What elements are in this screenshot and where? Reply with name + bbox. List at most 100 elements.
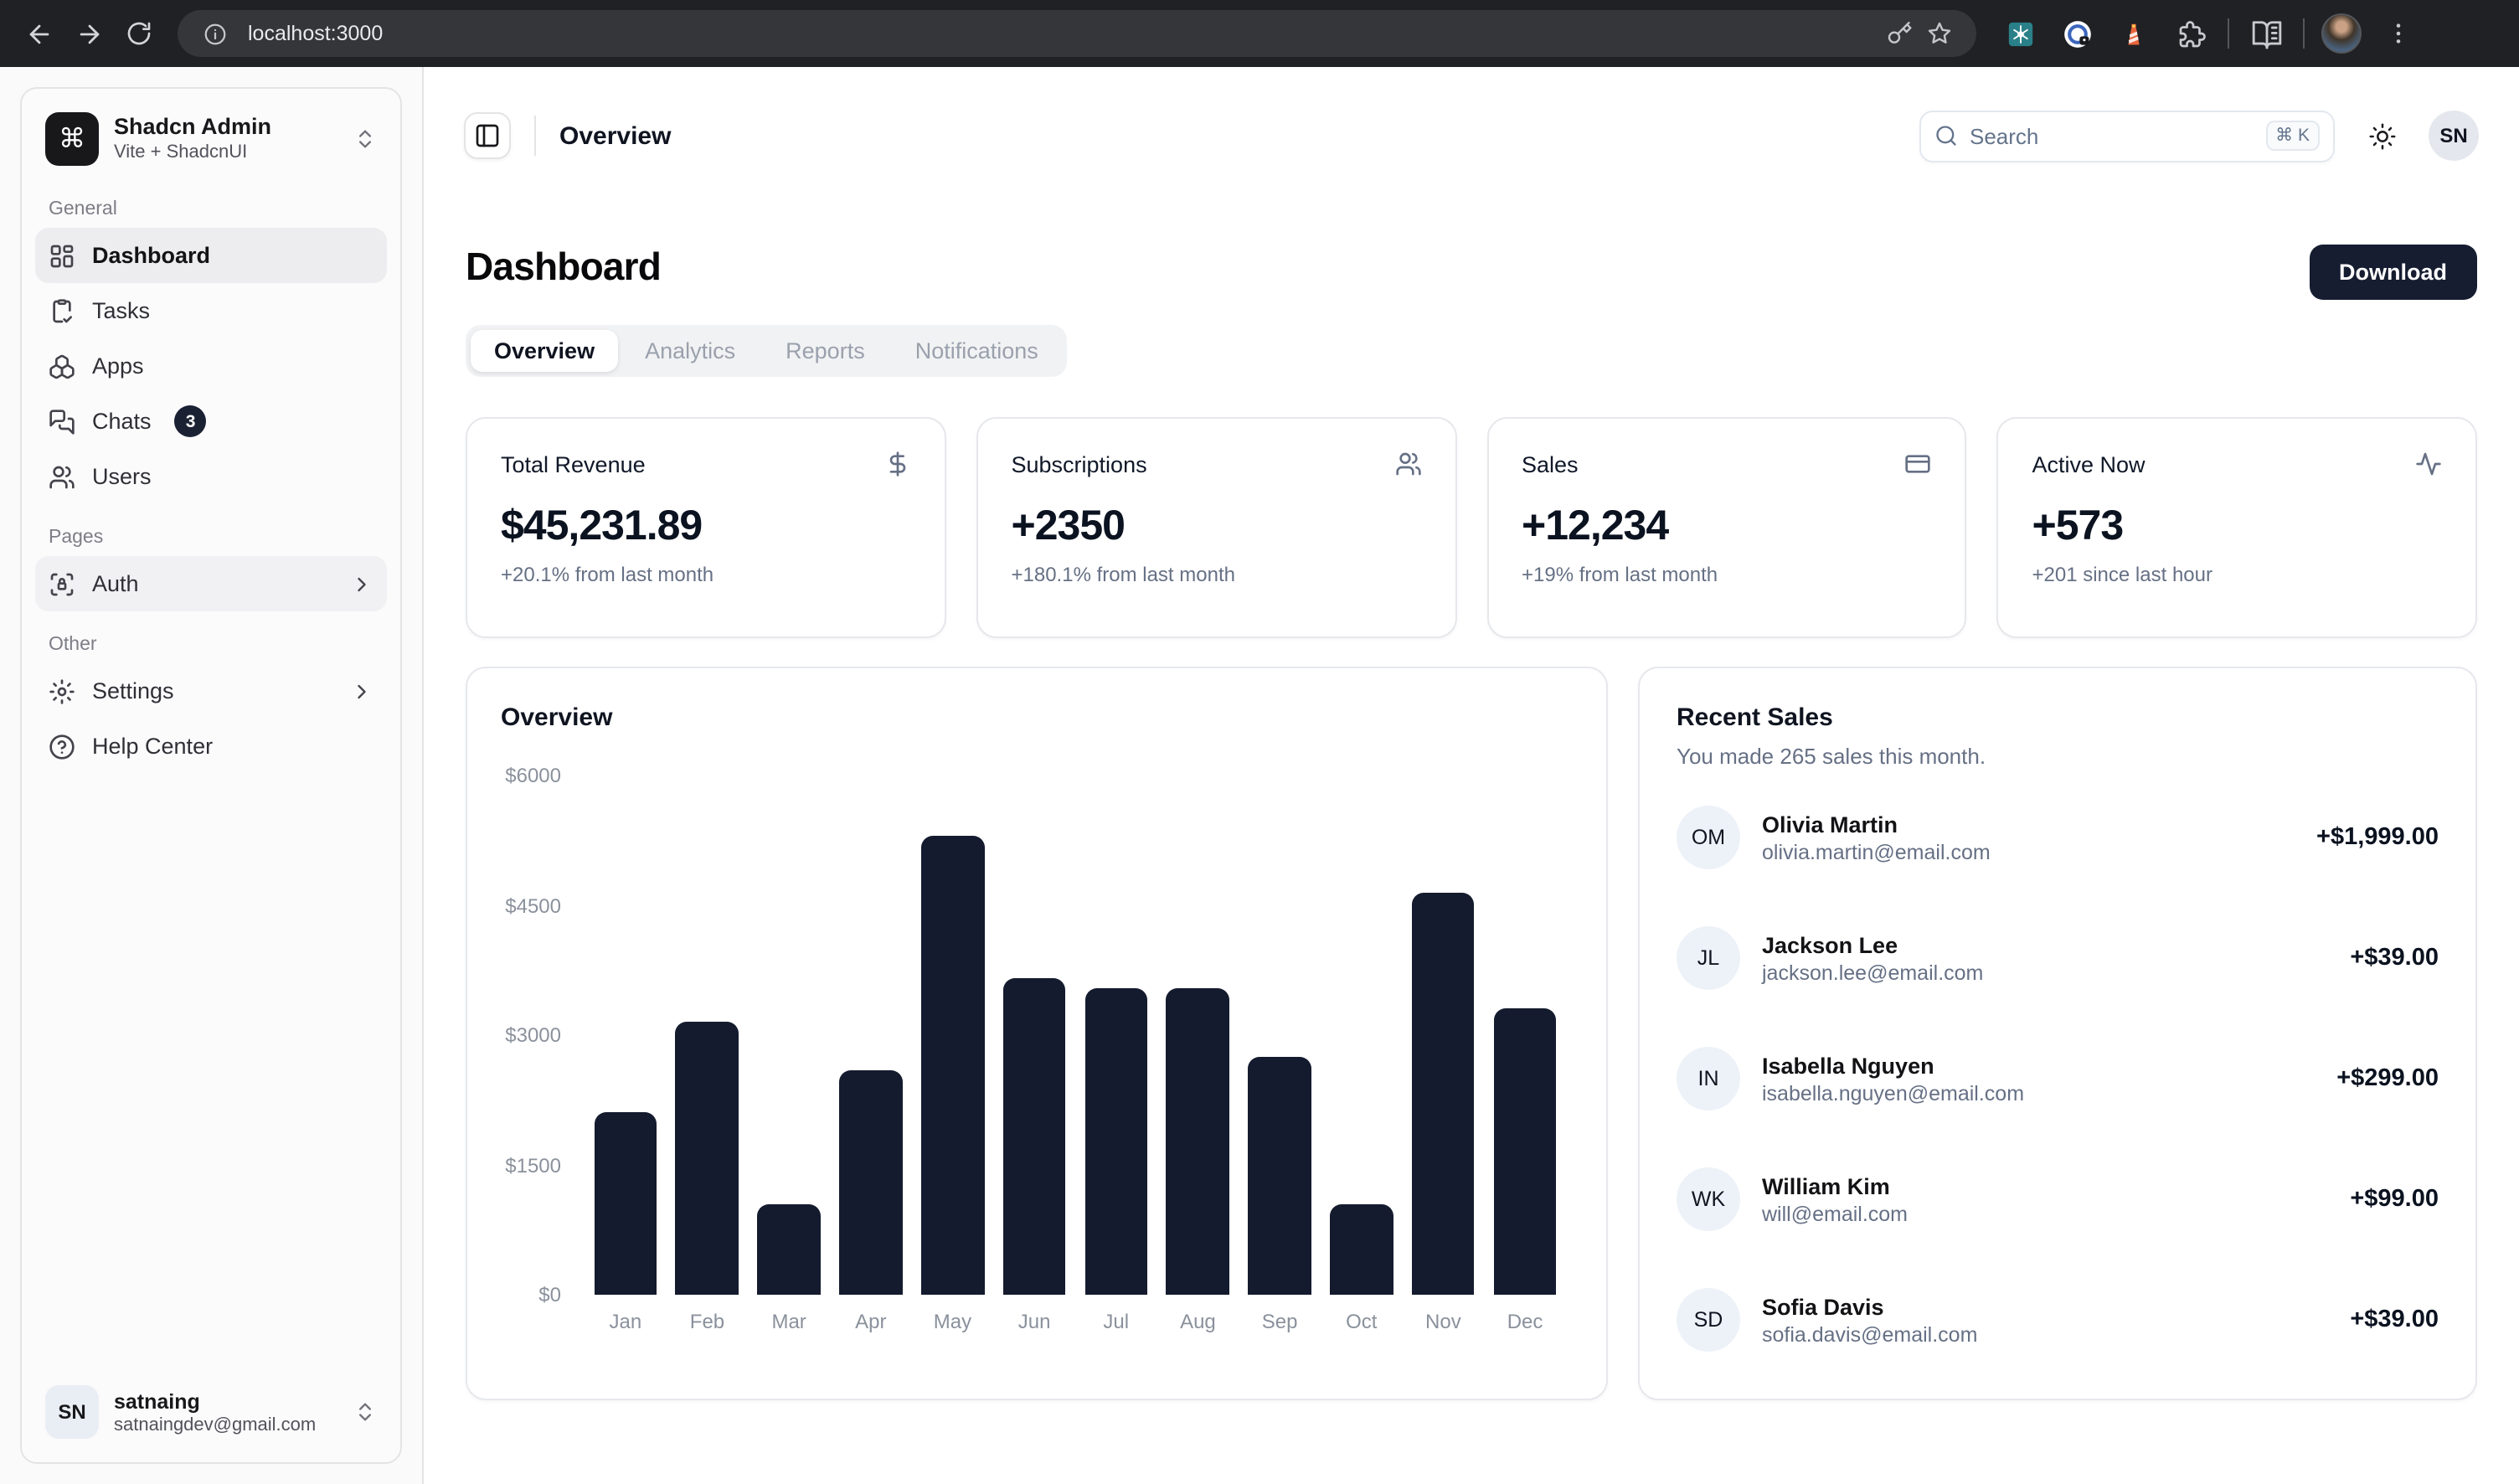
bar-feb[interactable] (676, 1022, 739, 1295)
bar-nov[interactable] (1412, 893, 1475, 1295)
toolbar-divider (2228, 18, 2229, 49)
chart-y-axis: $6000$4500$3000$1500$0 (501, 775, 578, 1295)
tab-reports[interactable]: Reports (762, 330, 889, 372)
sidebar-item-users[interactable]: Users (35, 449, 387, 504)
sidebar-item-dashboard[interactable]: Dashboard (35, 228, 387, 283)
stat-value: $45,231.89 (501, 502, 911, 551)
bar-column (830, 775, 912, 1295)
sidebar-user-menu[interactable]: SN satnaing satnaingdev@gmail.com (35, 1375, 387, 1449)
sale-amount: +$1,999.00 (2316, 824, 2439, 851)
browser-profile-avatar[interactable] (2321, 13, 2362, 54)
sale-name: Olivia Martin (1762, 812, 1991, 837)
app-shell: ⌘ Shadcn Admin Vite + ShadcnUI General D… (0, 67, 2519, 1484)
breadcrumb: Overview (559, 121, 671, 150)
extensions-puzzle-icon[interactable] (2171, 13, 2211, 54)
browser-toolbar: localhost:3000 (0, 0, 2519, 67)
tab-overview[interactable]: Overview (471, 330, 618, 372)
reload-icon (126, 20, 152, 47)
sidebar-item-label: Dashboard (92, 243, 210, 268)
chevrons-up-down-icon (353, 127, 377, 151)
browser-menu-button[interactable] (2378, 13, 2419, 54)
profile-menu-button[interactable]: SN (2429, 111, 2479, 161)
sale-row: WK William Kim will@email.com +$99.00 (1677, 1167, 2439, 1231)
sidebar-item-auth[interactable]: Auth (35, 556, 387, 611)
bar-sep[interactable] (1248, 1057, 1311, 1295)
sidebar-group-label: Other (35, 635, 387, 655)
x-tick-label: Sep (1239, 1310, 1321, 1333)
stat-card-active-now: Active Now +573 +201 since last hour (1997, 417, 2478, 638)
bar-mar[interactable] (758, 1204, 821, 1295)
sale-avatar: SD (1677, 1288, 1740, 1352)
search-input[interactable]: Search ⌘ K (1919, 110, 2335, 162)
password-key-icon[interactable] (1879, 13, 1919, 54)
x-tick-label: Jul (1075, 1310, 1157, 1333)
url-text: localhost:3000 (248, 22, 1879, 45)
team-logo: ⌘ (45, 112, 99, 166)
browser-back-button[interactable] (13, 8, 64, 59)
help-icon (49, 733, 75, 760)
x-tick-label: Oct (1321, 1310, 1403, 1333)
search-placeholder: Search (1970, 123, 2265, 148)
browser-reload-button[interactable] (114, 8, 164, 59)
sidebar: ⌘ Shadcn Admin Vite + ShadcnUI General D… (0, 67, 424, 1484)
download-button[interactable]: Download (2309, 245, 2477, 300)
sale-name: Jackson Lee (1762, 932, 1983, 957)
tab-analytics[interactable]: Analytics (621, 330, 759, 372)
bar-aug[interactable] (1167, 988, 1229, 1295)
bookmark-star-icon[interactable] (1919, 13, 1960, 54)
extension-1password-icon[interactable] (2057, 13, 2097, 54)
extension-arc-icon[interactable] (2000, 13, 2040, 54)
sale-email: sofia.davis@email.com (1762, 1322, 1977, 1346)
stat-title: Active Now (2032, 451, 2146, 477)
bar-column (1075, 775, 1157, 1295)
sale-email: will@email.com (1762, 1202, 1908, 1225)
page-title: Dashboard (466, 245, 661, 290)
sidebar-item-help-center[interactable]: Help Center (35, 719, 387, 774)
bar-jul[interactable] (1084, 988, 1147, 1295)
panel-left-icon (474, 122, 501, 149)
settings-icon (49, 678, 75, 704)
bar-jan[interactable] (594, 1112, 657, 1295)
user-avatar: SN (45, 1385, 99, 1439)
x-tick-label: Jan (585, 1310, 667, 1333)
sidebar-item-chats[interactable]: Chats 3 (35, 394, 387, 449)
tab-notifications[interactable]: Notifications (892, 330, 1062, 372)
chevron-right-icon (350, 679, 373, 703)
sale-email: isabella.nguyen@email.com (1762, 1081, 2024, 1105)
reading-list-icon[interactable] (2246, 13, 2286, 54)
arrow-left-icon (24, 19, 53, 48)
theme-toggle-button[interactable] (2358, 112, 2405, 159)
sidebar-item-apps[interactable]: Apps (35, 338, 387, 394)
bar-column (1484, 775, 1566, 1295)
bar-jun[interactable] (1003, 978, 1066, 1295)
bar-may[interactable] (921, 836, 984, 1295)
sale-row: JL Jackson Lee jackson.lee@email.com +$3… (1677, 926, 2439, 990)
user-email: satnaingdev@gmail.com (114, 1414, 316, 1435)
x-tick-label: Mar (748, 1310, 830, 1333)
address-bar[interactable]: localhost:3000 (178, 10, 1976, 57)
chart-title: Overview (501, 703, 1573, 732)
bar-dec[interactable] (1493, 1008, 1556, 1295)
tab-list: Overview Analytics Reports Notifications (466, 325, 1067, 377)
sale-name: Sofia Davis (1762, 1294, 1977, 1319)
chats-icon (49, 408, 75, 435)
auth-icon (49, 570, 75, 597)
arrow-right-icon (75, 19, 103, 48)
x-tick-label: Dec (1484, 1310, 1566, 1333)
site-info-icon[interactable] (194, 13, 234, 54)
sidebar-item-settings[interactable]: Settings (35, 663, 387, 719)
team-subtitle: Vite + ShadcnUI (114, 142, 271, 164)
sidebar-toggle-button[interactable] (464, 112, 511, 159)
sale-amount: +$39.00 (2350, 1306, 2439, 1333)
extension-lighthouse-icon[interactable] (2114, 13, 2154, 54)
sidebar-item-tasks[interactable]: Tasks (35, 283, 387, 338)
users-icon (49, 463, 75, 490)
browser-forward-button[interactable] (64, 8, 114, 59)
sidebar-item-label: Apps (92, 353, 144, 379)
x-tick-label: May (912, 1310, 994, 1333)
bar-column (1239, 775, 1321, 1295)
stat-card-sales: Sales +12,234 +19% from last month (1486, 417, 1967, 638)
team-switcher[interactable]: ⌘ Shadcn Admin Vite + ShadcnUI (35, 102, 387, 176)
bar-oct[interactable] (1330, 1204, 1393, 1295)
bar-apr[interactable] (839, 1070, 902, 1295)
